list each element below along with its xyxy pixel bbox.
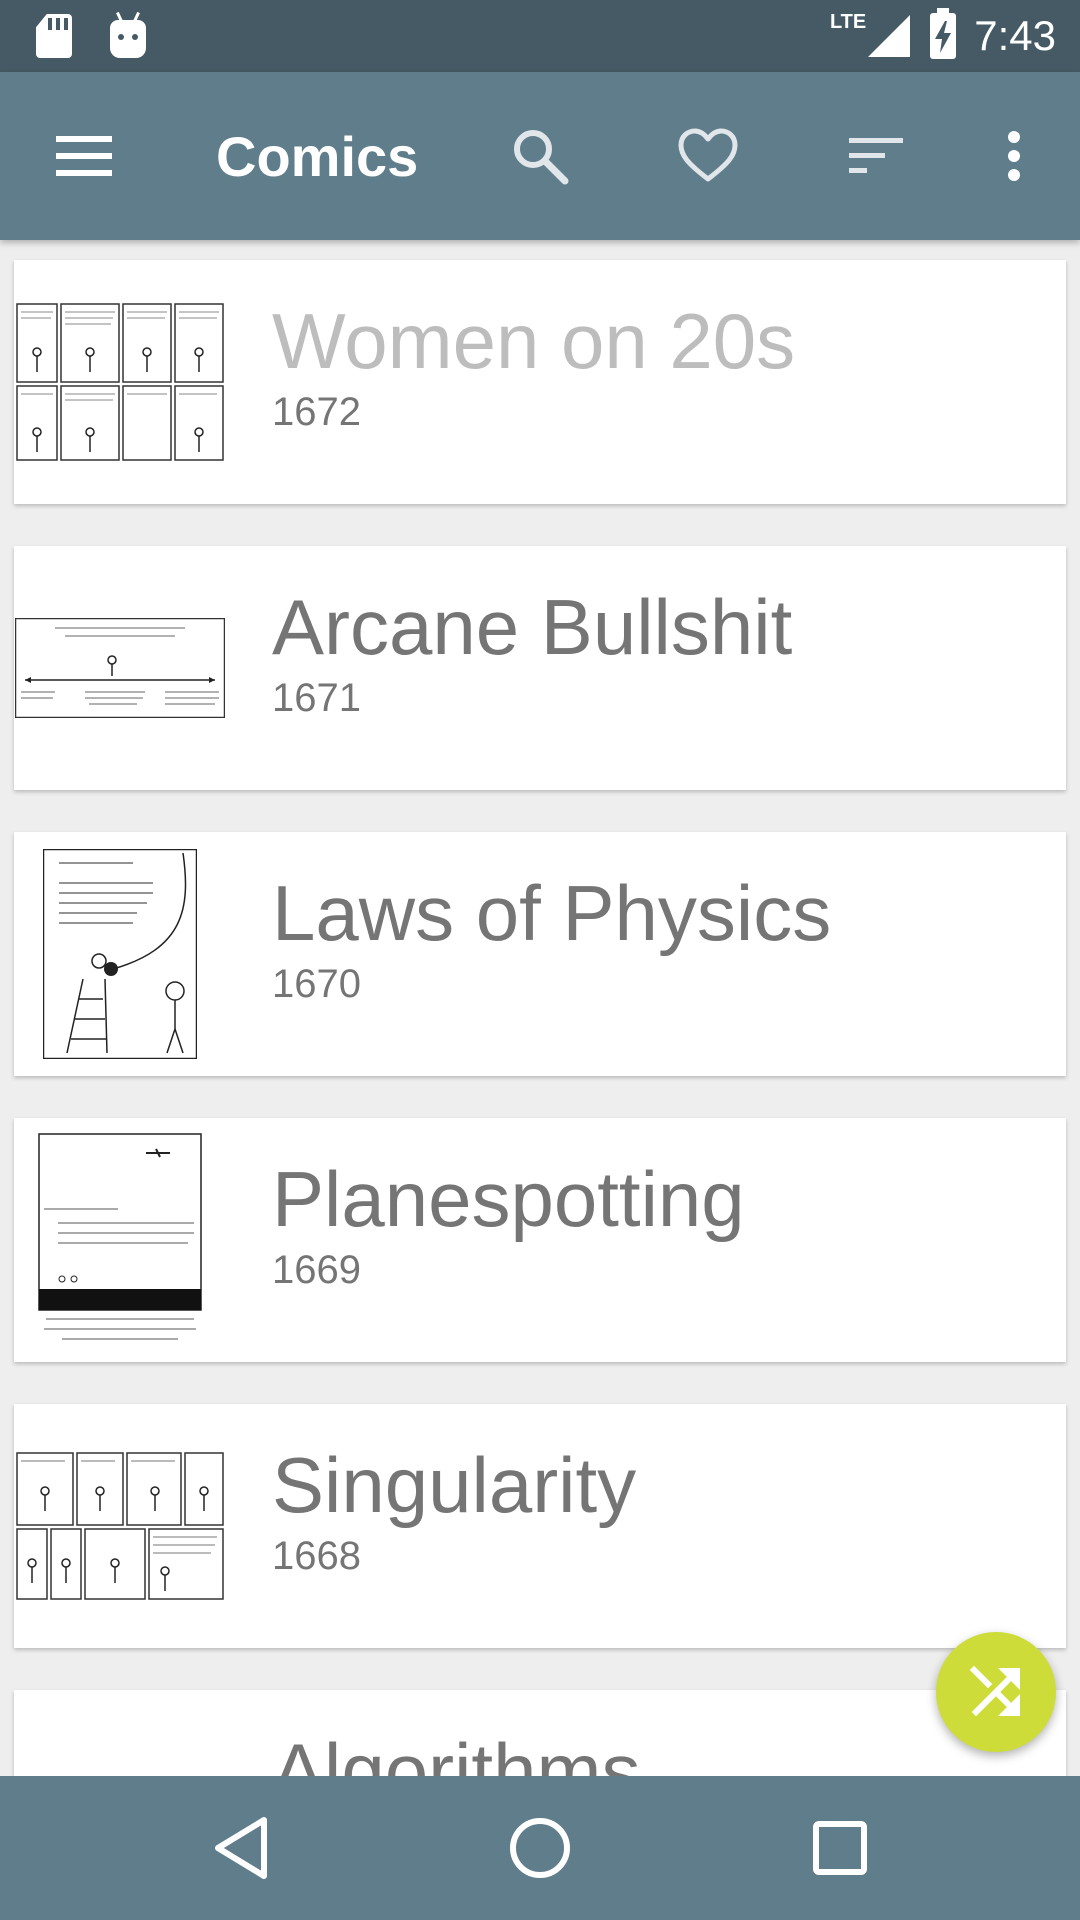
comic-title: Planespotting (272, 1155, 745, 1243)
comic-card[interactable]: Planespotting 1669 (14, 1118, 1066, 1362)
comic-card[interactable]: Singularity 1668 (14, 1404, 1066, 1648)
navigation-bar (0, 1776, 1080, 1920)
comic-card[interactable]: Laws of Physics 1670 (14, 832, 1066, 1076)
menu-icon (56, 136, 112, 176)
back-icon (215, 1817, 267, 1879)
clock: 7:43 (974, 12, 1056, 59)
app-bar: Comics (0, 72, 1080, 240)
home-button[interactable] (500, 1808, 580, 1888)
home-icon (510, 1818, 570, 1878)
comic-number: 1672 (272, 390, 361, 434)
comic-title: Singularity (272, 1441, 637, 1529)
comic-number: 1669 (272, 1248, 361, 1292)
comics-list[interactable]: Women on 20s 1672 Arcane Bullshit 1671 L… (0, 240, 1080, 1776)
sd-card-icon (36, 14, 72, 58)
comic-number: 1670 (272, 962, 361, 1006)
heart-icon (678, 128, 738, 182)
comic-title: Arcane Bullshit (272, 583, 793, 671)
sort-icon (849, 138, 903, 173)
page-title: Comics (216, 125, 419, 188)
comic-card[interactable]: Algorithms (14, 1690, 1066, 1776)
more-vert-icon (1008, 131, 1020, 181)
recents-button[interactable] (800, 1808, 880, 1888)
status-bar: LTE 7:43 (0, 0, 1080, 72)
back-button[interactable] (202, 1808, 282, 1888)
battery-charging-icon (930, 8, 957, 59)
shuffle-icon (969, 1665, 1020, 1717)
random-comic-button[interactable] (936, 1632, 1056, 1752)
comic-card[interactable]: Arcane Bullshit 1671 (14, 546, 1066, 790)
search-button[interactable] (500, 116, 580, 196)
signal-icon (868, 15, 911, 57)
comic-number: 1671 (272, 676, 361, 720)
comic-title: Algorithms (272, 1727, 641, 1776)
android-debug-icon (110, 11, 146, 58)
comic-thumbnail (14, 260, 226, 504)
comic-title: Laws of Physics (272, 869, 832, 957)
comic-title: Women on 20s (272, 297, 796, 385)
more-options-button[interactable] (974, 116, 1054, 196)
menu-button[interactable] (44, 116, 124, 196)
favorites-button[interactable] (668, 116, 748, 196)
recents-icon (813, 1821, 867, 1875)
sort-button[interactable] (836, 116, 916, 196)
search-icon (514, 130, 569, 185)
comic-card[interactable]: Women on 20s 1672 (14, 260, 1066, 504)
comic-thumbnail (14, 1404, 226, 1648)
comic-thumbnail (14, 832, 226, 1076)
comic-thumbnail (14, 1118, 226, 1362)
network-type: LTE (829, 10, 867, 33)
comic-number: 1668 (272, 1534, 361, 1578)
comic-thumbnail (14, 546, 226, 790)
